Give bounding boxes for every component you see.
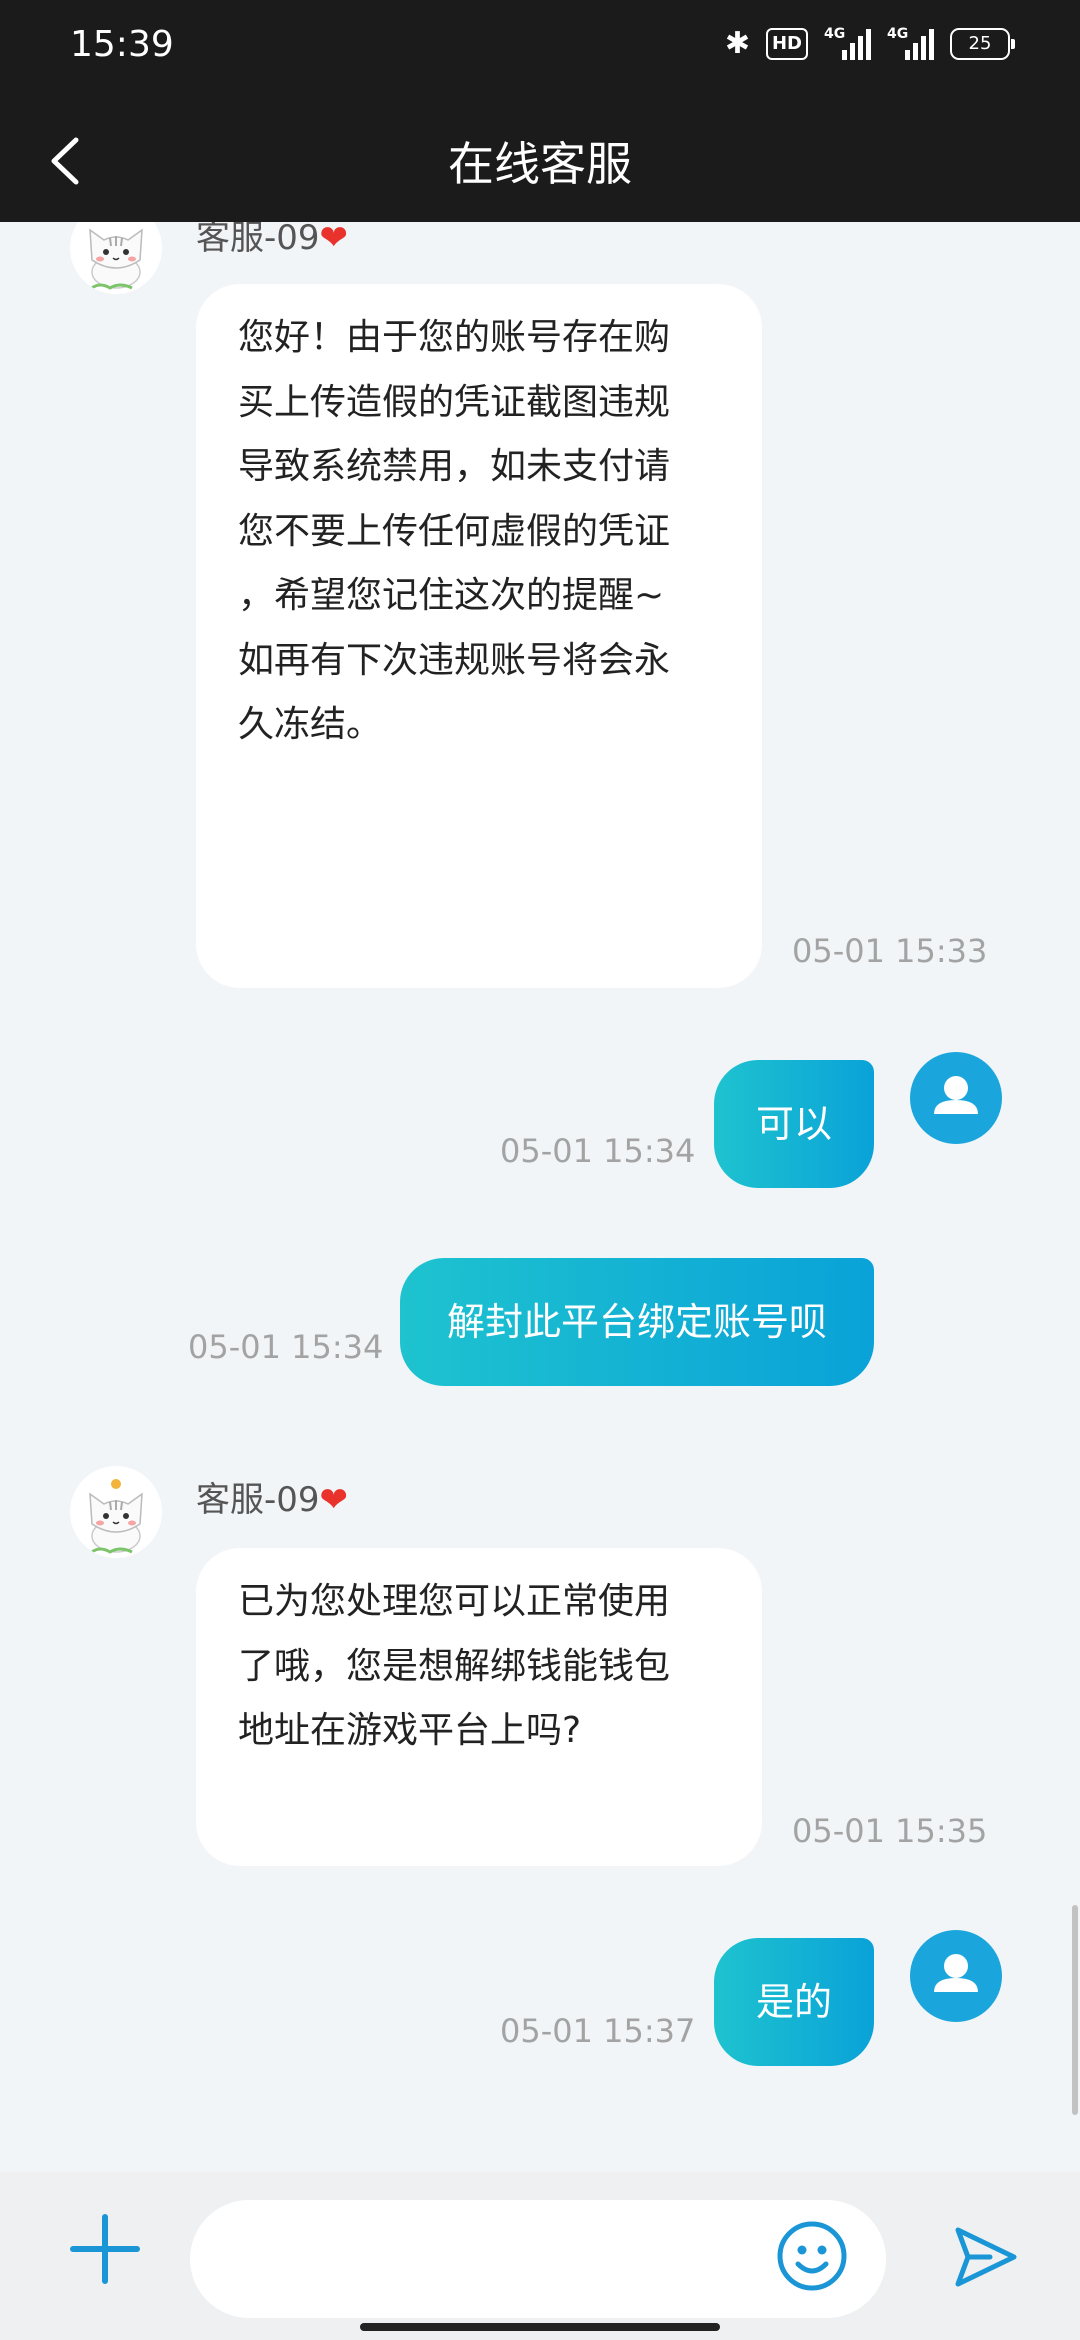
status-bar: 15:39 ✱ HD 4G 4G 25 (0, 0, 1080, 100)
message-line: 已为您处理您可以正常使用 (238, 1581, 671, 1622)
message-timestamp: 05-01 15:34 (500, 1132, 696, 1170)
person-icon (934, 1954, 978, 1992)
emoji-icon[interactable] (776, 2220, 848, 2292)
message-timestamp: 05-01 15:34 (188, 1328, 384, 1366)
chat-messages[interactable]: 客服-09❤ 您好！由于您的账号存在购 买上传造假的凭证截图违规 导致系统禁用，… (0, 222, 1080, 2172)
message-line: ，希望您记住这次的提醒~ (238, 575, 665, 616)
user-message-bubble: 是的 (714, 1938, 874, 2066)
message-line: 您不要上传任何虚假的凭证 (238, 510, 671, 552)
hd-icon: HD (765, 27, 808, 60)
signal-4g-icon: 4G (887, 25, 934, 60)
status-icons: ✱ HD 4G 4G 25 (724, 25, 1015, 61)
agent-message-bubble: 您好！由于您的账号存在购 买上传造假的凭证截图违规 导致系统禁用，如未支付请 您… (196, 284, 762, 988)
message-line: 如再有下次违规账号将会永 (238, 639, 671, 681)
message-timestamp: 05-01 15:35 (792, 1812, 988, 1850)
battery-icon: 25 (950, 27, 1015, 60)
input-bar (0, 2172, 1080, 2340)
message-line: 买上传造假的凭证截图违规 (238, 381, 671, 423)
user-message-bubble: 解封此平台绑定账号呗 (400, 1258, 874, 1386)
plus-icon[interactable] (70, 2214, 140, 2284)
message-line: 地址在游戏平台上吗? (238, 1710, 582, 1751)
send-icon[interactable] (950, 2222, 1020, 2292)
agent-avatar[interactable] (70, 222, 162, 294)
bluetooth-icon: ✱ (724, 26, 750, 61)
message-line: 久冻结。 (238, 704, 383, 745)
chat-scrollbar[interactable] (1072, 1905, 1078, 2115)
user-avatar[interactable] (910, 1052, 1002, 1144)
sender-label: 客服-09 (196, 1480, 320, 1520)
message-line: 了哦，您是想解绑钱能钱包 (238, 1645, 671, 1687)
sender-label: 客服-09 (196, 222, 320, 258)
message-timestamp: 05-01 15:33 (792, 932, 988, 970)
heart-icon: ❤ (319, 1480, 349, 1520)
heart-icon: ❤ (319, 222, 349, 258)
network-type-label: 4G (824, 25, 846, 42)
message-line: 导致系统禁用，如未支付请 (238, 446, 671, 487)
message-timestamp: 05-01 15:37 (500, 2012, 696, 2050)
cat-avatar-icon (89, 228, 143, 290)
sender-name: 客服-09❤ (196, 1472, 348, 1521)
user-message-bubble: 可以 (714, 1060, 874, 1188)
message-line: 您好！由于您的账号存在购 (238, 317, 671, 358)
sender-name: 客服-09❤ (196, 222, 348, 259)
page-title: 在线客服 (448, 137, 632, 191)
user-avatar[interactable] (910, 1930, 1002, 2022)
signal-4g-icon: 4G (824, 25, 871, 60)
cat-avatar-icon (89, 1479, 143, 1554)
network-type-label: 4G (887, 25, 909, 42)
app-header: 在线客服 (0, 100, 1080, 222)
person-icon (934, 1076, 978, 1114)
agent-message-bubble: 已为您处理您可以正常使用 了哦，您是想解绑钱能钱包 地址在游戏平台上吗? (196, 1548, 762, 1866)
home-indicator[interactable] (360, 2323, 720, 2331)
agent-avatar[interactable] (70, 1466, 162, 1558)
status-time: 15:39 (70, 24, 174, 65)
